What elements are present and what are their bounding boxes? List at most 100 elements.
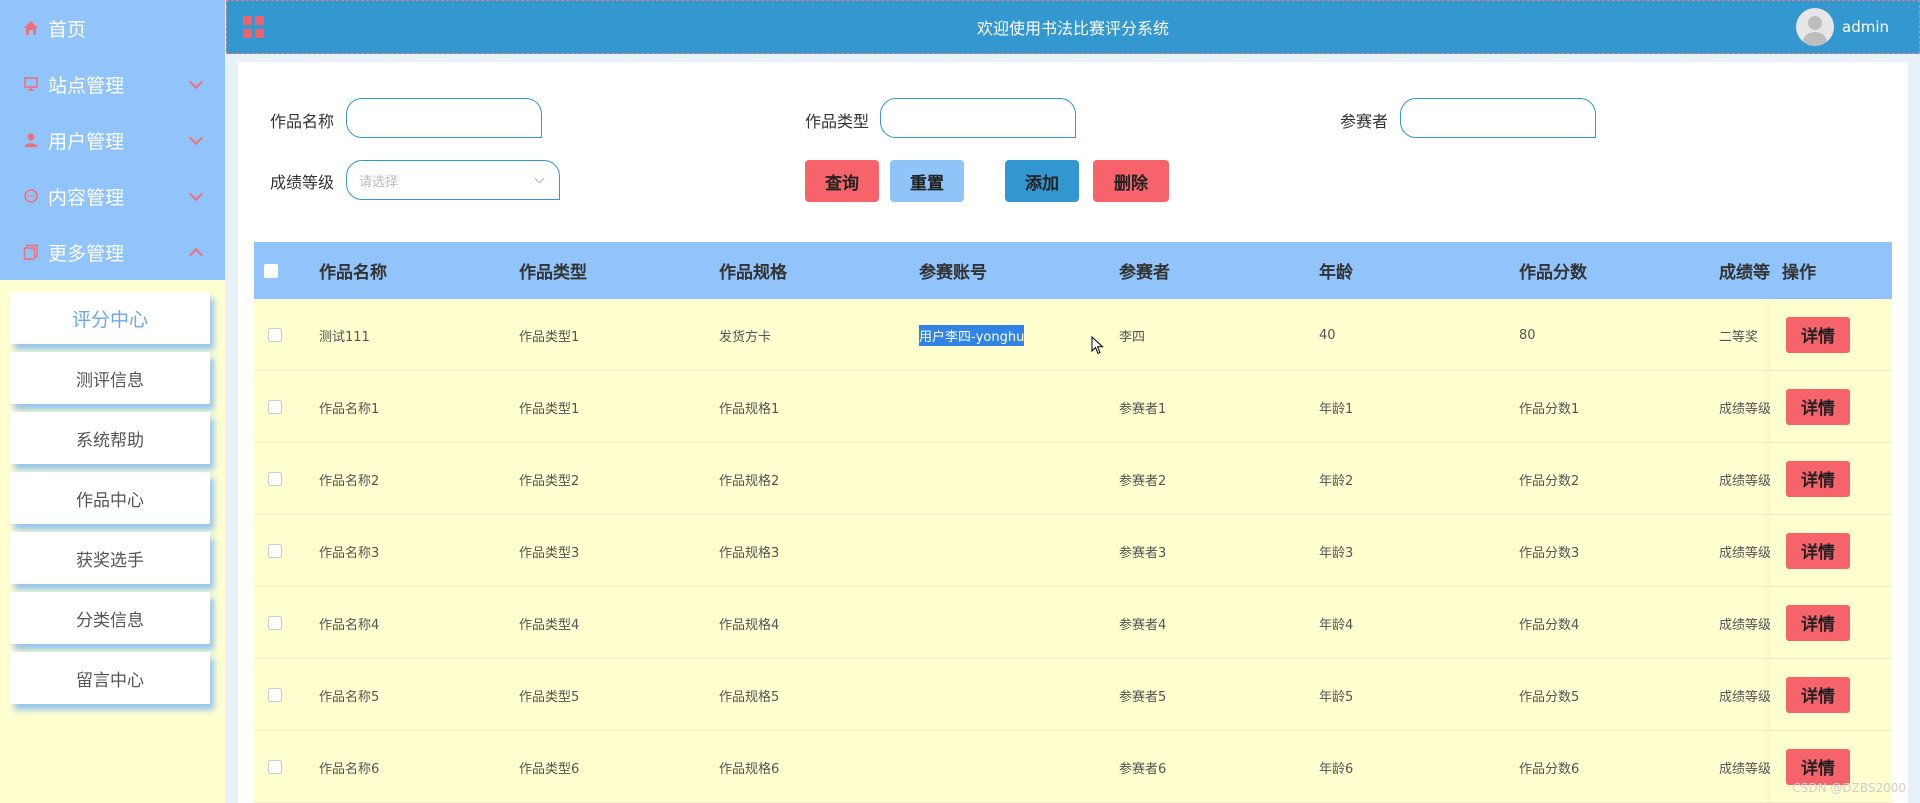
sidebar-item-label: 用户管理 bbox=[48, 130, 125, 153]
data-table: 作品名称 作品类型 作品规格 参赛账号 参赛者 年龄 作品分数 成绩等级 操作 … bbox=[254, 242, 1892, 803]
sidebar-item-label: 首页 bbox=[48, 18, 87, 41]
table-cell: 作品名称2 bbox=[319, 443, 379, 515]
operation-cell: 详情 bbox=[1770, 659, 1892, 730]
cell-text: 成绩等级 bbox=[1719, 473, 1771, 489]
cell-text: 成绩等级 bbox=[1719, 689, 1771, 705]
table-cell: 二等奖 bbox=[1719, 299, 1771, 371]
cell-text: 作品分数5 bbox=[1519, 689, 1580, 705]
cell-text: 作品分数4 bbox=[1519, 617, 1580, 633]
table-cell: 测试111 bbox=[319, 299, 370, 371]
submenu-item-message-center[interactable]: 留言中心 bbox=[10, 652, 210, 704]
page-title: 欢迎使用书法比赛评分系统 bbox=[976, 19, 1169, 38]
sidebar-item-content-management[interactable]: 内容管理 bbox=[0, 168, 225, 224]
cell-text: 作品分数6 bbox=[1519, 761, 1580, 777]
work-name-input[interactable] bbox=[346, 98, 542, 138]
table-cell: 作品规格6 bbox=[719, 731, 779, 803]
detail-button[interactable]: 详情 bbox=[1786, 676, 1850, 713]
grade-select-placeholder: 请选择 bbox=[359, 174, 399, 190]
operation-cell: 详情 bbox=[1770, 587, 1892, 658]
cell-text: 李四 bbox=[1119, 329, 1146, 345]
add-button[interactable]: 添加 bbox=[1005, 160, 1079, 202]
sidebar-item-label: 内容管理 bbox=[48, 186, 125, 209]
sidebar-item-home[interactable]: 首页 bbox=[0, 0, 225, 56]
cell-text: 成绩等级 bbox=[1719, 617, 1771, 633]
table-cell: 成绩等级 bbox=[1719, 515, 1771, 587]
cell-text: 成绩等级 bbox=[1719, 761, 1771, 777]
submenu-item-category-info[interactable]: 分类信息 bbox=[10, 592, 210, 644]
detail-button[interactable]: 详情 bbox=[1786, 748, 1850, 785]
cell-text: 参赛者3 bbox=[1119, 545, 1167, 561]
cell-text: 作品类型1 bbox=[519, 401, 580, 417]
operation-cell: 详情 bbox=[1770, 443, 1892, 514]
row-checkbox[interactable] bbox=[268, 327, 282, 342]
column-header: 作品规格 bbox=[719, 263, 787, 283]
row-checkbox[interactable] bbox=[268, 543, 282, 558]
submenu-item-works-center[interactable]: 作品中心 bbox=[10, 472, 210, 524]
avatar bbox=[1796, 8, 1834, 46]
table-cell: 参赛者1 bbox=[1119, 371, 1166, 443]
table-cell: 年龄2 bbox=[1319, 443, 1353, 515]
user-menu[interactable]: admin bbox=[1796, 8, 1889, 46]
sidebar-item-label: 站点管理 bbox=[48, 74, 125, 97]
top-header: 欢迎使用书法比赛评分系统 admin bbox=[226, 0, 1920, 54]
table-cell: 作品分数4 bbox=[1519, 587, 1579, 659]
table-cell: 作品名称3 bbox=[319, 515, 379, 587]
cell-text: 作品名称6 bbox=[319, 761, 380, 777]
table-row: 作品名称1 作品类型1 作品规格1 参赛者1 年龄1 作品分数1 成绩等级 详情 bbox=[254, 371, 1892, 443]
submenu-item-evaluation-info[interactable]: 测评信息 bbox=[10, 352, 210, 404]
table-cell: 作品名称4 bbox=[319, 587, 379, 659]
cell-text: 年龄1 bbox=[1319, 401, 1354, 417]
cell-text: 作品规格1 bbox=[719, 401, 780, 417]
sidebar-item-more-management[interactable]: 更多管理 bbox=[0, 224, 225, 280]
detail-button[interactable]: 详情 bbox=[1786, 388, 1850, 425]
cell-text: 作品类型4 bbox=[519, 617, 580, 633]
sidebar: 首页 站点管理 用户管理 内容管理 更多管理 评分中心 测评信息 系统帮助 作品… bbox=[0, 0, 225, 803]
row-checkbox[interactable] bbox=[268, 399, 282, 414]
table-cell: 80 bbox=[1519, 299, 1536, 371]
cell-text: 作品分数3 bbox=[1519, 545, 1580, 561]
table-cell: 作品规格5 bbox=[719, 659, 779, 731]
table-cell: 作品类型1 bbox=[519, 299, 579, 371]
sidebar-item-site-management[interactable]: 站点管理 bbox=[0, 56, 225, 112]
table-cell: 作品分数6 bbox=[1519, 731, 1579, 803]
table-body: 测试111 作品类型1 发货方卡 用户李四-yonghu 李四 40 80 二等奖 详情 作品名称… bbox=[254, 299, 1892, 803]
cell-text: 80 bbox=[1519, 327, 1536, 343]
detail-button[interactable]: 详情 bbox=[1786, 532, 1850, 569]
cell-text: 作品规格3 bbox=[719, 545, 780, 561]
table-cell: 成绩等级 bbox=[1719, 443, 1771, 515]
table-cell: 参赛者3 bbox=[1119, 515, 1166, 587]
detail-button[interactable]: 详情 bbox=[1786, 604, 1850, 641]
cell-text: 二等奖 bbox=[1719, 329, 1759, 345]
cell-text: 作品名称2 bbox=[319, 473, 380, 489]
submenu-item-award-winners[interactable]: 获奖选手 bbox=[10, 532, 210, 584]
cell-text: 测试111 bbox=[319, 329, 370, 345]
table-cell: 年龄3 bbox=[1319, 515, 1353, 587]
work-type-label: 作品类型 bbox=[805, 112, 870, 131]
cell-text: 参赛者2 bbox=[1119, 473, 1167, 489]
table-cell: 成绩等级 bbox=[1719, 371, 1771, 443]
row-checkbox[interactable] bbox=[268, 759, 282, 774]
cell-text: 作品类型1 bbox=[519, 329, 580, 345]
submenu-item-system-help[interactable]: 系统帮助 bbox=[10, 412, 210, 464]
column-header: 作品分数 bbox=[1519, 263, 1587, 283]
row-checkbox[interactable] bbox=[268, 471, 282, 486]
select-all-checkbox[interactable] bbox=[264, 263, 278, 278]
work-type-input[interactable] bbox=[880, 98, 1076, 138]
table-cell: 发货方卡 bbox=[719, 299, 771, 371]
participant-input[interactable] bbox=[1400, 98, 1596, 138]
cell-text: 年龄3 bbox=[1319, 545, 1354, 561]
operation-cell: 详情 bbox=[1770, 515, 1892, 586]
grade-select[interactable]: 请选择 bbox=[346, 160, 560, 200]
chevron-down-icon bbox=[188, 74, 204, 90]
submenu-item-scoring-center[interactable]: 评分中心 bbox=[10, 292, 210, 344]
row-checkbox[interactable] bbox=[268, 687, 282, 702]
reset-button[interactable]: 重置 bbox=[890, 160, 964, 202]
row-checkbox[interactable] bbox=[268, 615, 282, 630]
home-icon bbox=[22, 19, 40, 37]
query-button[interactable]: 查询 bbox=[805, 160, 879, 202]
detail-button[interactable]: 详情 bbox=[1786, 460, 1850, 497]
delete-button[interactable]: 删除 bbox=[1093, 160, 1169, 202]
column-header: 成绩等级 bbox=[1719, 263, 1771, 283]
detail-button[interactable]: 详情 bbox=[1786, 316, 1850, 353]
sidebar-item-user-management[interactable]: 用户管理 bbox=[0, 112, 225, 168]
